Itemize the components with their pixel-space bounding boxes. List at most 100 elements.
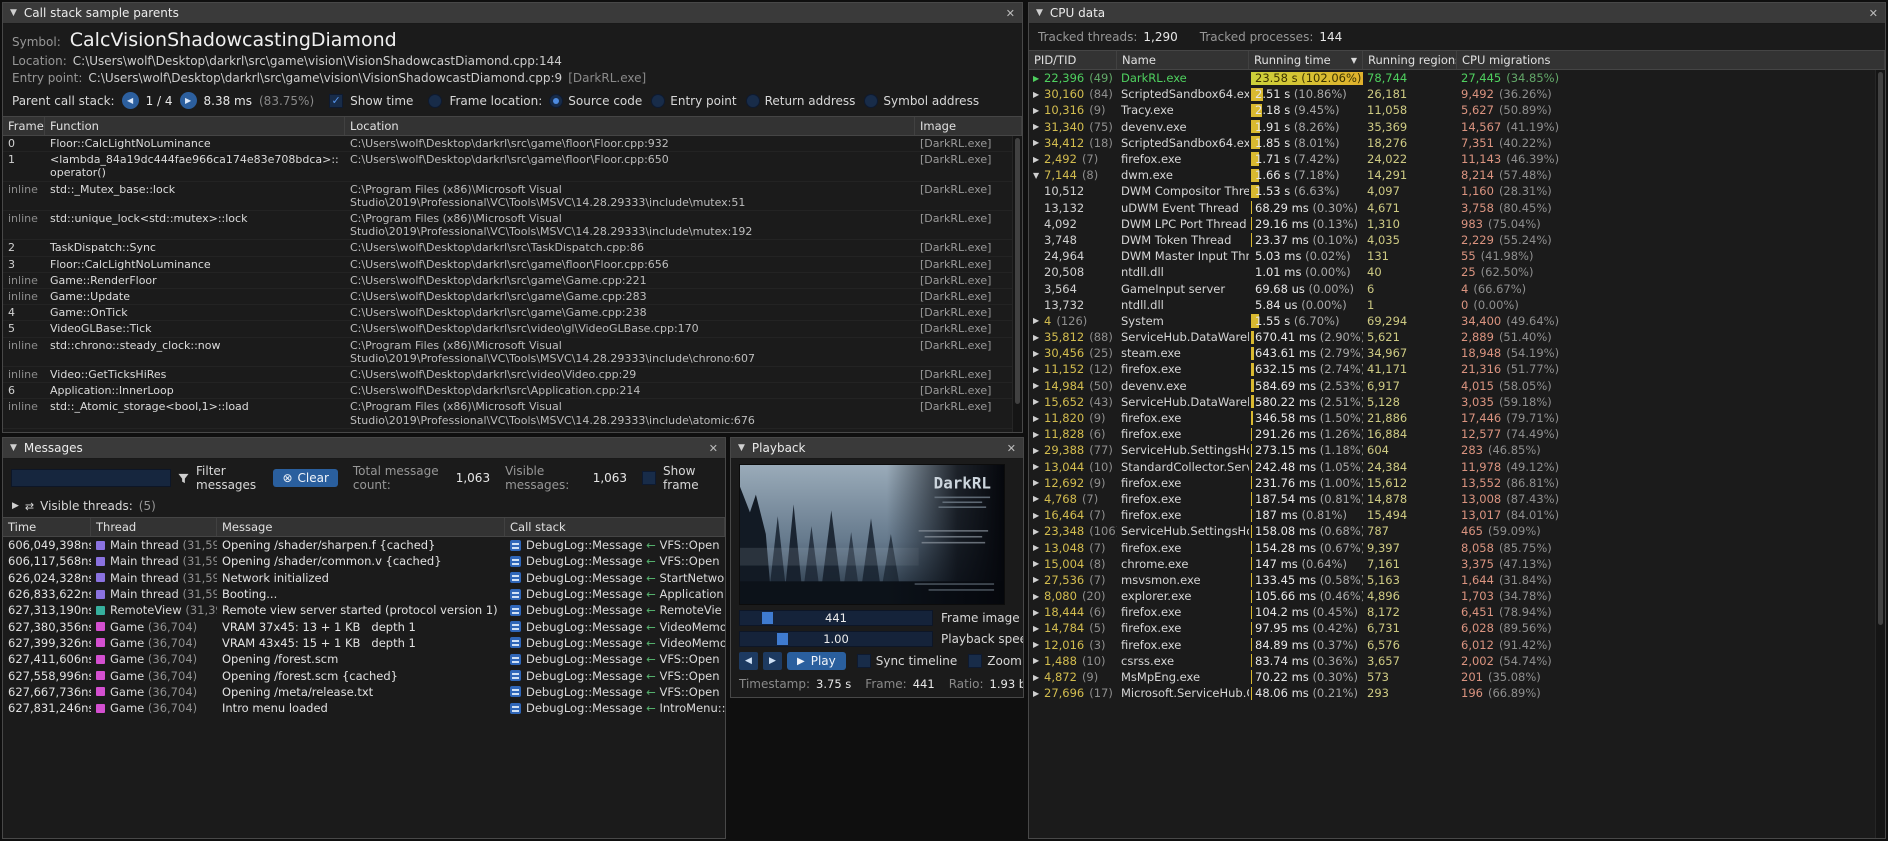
message-row[interactable]: 627,313,190nsRemoteView (31,392)Remote v… — [3, 602, 725, 618]
callstack-row[interactable]: 6Application::InnerLoopC:\Users\wolf\Des… — [3, 383, 1022, 399]
callstack-icon[interactable] — [510, 589, 521, 600]
callstack-row[interactable]: inlinestd::unique_lock<std::mutex>::lock… — [3, 211, 1022, 240]
expand-icon[interactable]: ▶ — [1033, 414, 1044, 423]
cpu-row[interactable]: ▶30,160(84)ScriptedSandbox64.exe2.51 s (… — [1029, 86, 1885, 102]
expand-icon[interactable]: ▶ — [1033, 494, 1044, 503]
callstack-row[interactable]: 2TaskDispatch::SyncC:\Users\wolf\Desktop… — [3, 240, 1022, 256]
cpu-row[interactable]: ▶18,444(6)firefox.exe104.2 ms (0.45%)8,1… — [1029, 604, 1885, 620]
expand-icon[interactable]: ▶ — [1033, 381, 1044, 390]
frame-image-slider[interactable]: 441 — [739, 610, 933, 626]
expand-icon[interactable]: ▶ — [1033, 478, 1044, 487]
cpu-row[interactable]: ▶27,536(7)msvsmon.exe133.45 ms (0.58%)5,… — [1029, 572, 1885, 588]
radio-icon[interactable] — [549, 94, 563, 108]
cpu-row[interactable]: ▶11,820(9)firefox.exe346.58 ms (1.50%)21… — [1029, 410, 1885, 426]
expand-icon[interactable]: ▶ — [1033, 349, 1044, 358]
callstack-icon[interactable] — [510, 637, 521, 648]
frame-location-radio[interactable] — [428, 94, 442, 108]
frame-location-option[interactable]: Symbol address — [864, 94, 979, 108]
column-header-thread[interactable]: Thread — [91, 518, 217, 536]
show-time-checkbox[interactable] — [329, 94, 343, 108]
callstack-icon[interactable] — [510, 556, 521, 567]
expand-icon[interactable]: ▶ — [1033, 138, 1044, 147]
frame-location-option[interactable]: Entry point — [651, 94, 736, 108]
expand-icon[interactable]: ▶ — [1033, 624, 1044, 633]
cpu-row[interactable]: ▶13,044(10)StandardCollector.Servic242.4… — [1029, 459, 1885, 475]
column-header-time[interactable]: Time — [3, 518, 91, 536]
prev-frame-button[interactable]: ◀ — [739, 652, 758, 670]
column-header-frame[interactable]: Frame — [3, 117, 45, 135]
close-icon[interactable]: ✕ — [1869, 7, 1878, 20]
callstack-icon[interactable] — [510, 540, 521, 551]
callstack-icon[interactable] — [510, 572, 521, 583]
expand-icon[interactable]: ▶ — [1033, 608, 1044, 617]
expand-icon[interactable]: ▶ — [1033, 316, 1044, 325]
collapse-icon[interactable]: ▼ — [1036, 8, 1043, 18]
play-button[interactable]: ▶ Play — [787, 652, 846, 670]
frame-location-option[interactable]: Return address — [746, 94, 856, 108]
close-icon[interactable]: ✕ — [1007, 442, 1016, 455]
callstack-row[interactable]: 1<lambda_84a19dc444fae966ca174e83e708bdc… — [3, 152, 1022, 181]
message-row[interactable]: 627,411,606nsGame (36,704)Opening /fores… — [3, 651, 725, 667]
callstack-row[interactable]: inlineGame::RenderFloorC:\Users\wolf\Des… — [3, 273, 1022, 289]
collapse-icon[interactable]: ▼ — [10, 8, 17, 18]
cpu-row[interactable]: ▶8,080(20)explorer.exe105.66 ms (0.46%)4… — [1029, 588, 1885, 604]
callstack-row[interactable]: inlineGame::UpdateC:\Users\wolf\Desktop\… — [3, 289, 1022, 305]
expand-icon[interactable]: ▶ — [1033, 511, 1044, 520]
cpu-row[interactable]: ▶11,828(6)firefox.exe291.26 ms (1.26%)16… — [1029, 426, 1885, 442]
expand-icon[interactable]: ▶ — [1033, 333, 1044, 342]
cpu-row[interactable]: ▶11,152(12)firefox.exe632.15 ms (2.74%)4… — [1029, 361, 1885, 377]
expand-icon[interactable]: ▶ — [1033, 90, 1044, 99]
column-header-name[interactable]: Name — [1117, 51, 1249, 69]
expand-icon[interactable]: ▶ — [1033, 74, 1044, 83]
close-icon[interactable]: ✕ — [709, 442, 718, 455]
callstack-row[interactable]: inlineVideo::GetTicksHiResC:\Users\wolf\… — [3, 367, 1022, 383]
cpu-row[interactable]: ▶27,696(17)Microsoft.ServiceHub.Co48.06 … — [1029, 685, 1885, 701]
expand-threads-icon[interactable]: ▶ — [12, 501, 19, 511]
cpu-scrollbar-thumb[interactable] — [1878, 72, 1883, 625]
cpu-row[interactable]: 4,092DWM LPC Port Thread29.16 ms (0.13%)… — [1029, 216, 1885, 232]
callstack-row[interactable]: 3Floor::CalcLightNoLuminanceC:\Users\wol… — [3, 257, 1022, 273]
radio-icon[interactable] — [651, 94, 665, 108]
expand-icon[interactable]: ▶ — [1033, 365, 1044, 374]
cpu-row[interactable]: ▶12,016(3)firefox.exe84.89 ms (0.37%)6,5… — [1029, 637, 1885, 653]
cpu-row[interactable]: ▶14,984(50)devenv.exe584.69 ms (2.53%)6,… — [1029, 378, 1885, 394]
playback-titlebar[interactable]: ▼ Playback ✕ — [731, 438, 1023, 459]
cpu-row[interactable]: 13,132uDWM Event Thread68.29 ms (0.30%)4… — [1029, 200, 1885, 216]
callstack-titlebar[interactable]: ▼ Call stack sample parents ✕ — [3, 3, 1022, 24]
message-row[interactable]: 627,380,356nsGame (36,704)VRAM 37x45: 13… — [3, 618, 725, 634]
callstack-icon[interactable] — [510, 703, 521, 714]
playback-frame-image[interactable]: DarkRL — [739, 464, 1005, 605]
sync-timeline-option[interactable]: Sync timeline — [857, 654, 958, 668]
expand-icon[interactable]: ▼ — [1033, 171, 1044, 180]
cpu-row[interactable]: ▶31,340(75)devenv.exe1.91 s (8.26%)35,36… — [1029, 119, 1885, 135]
callstack-scrollbar[interactable] — [1012, 136, 1022, 432]
cpu-row[interactable]: ▶34,412(18)ScriptedSandbox64.exe1.85 s (… — [1029, 135, 1885, 151]
cpu-titlebar[interactable]: ▼ CPU data ✕ — [1029, 3, 1885, 24]
callstack-row[interactable]: inlinestd::atomic<bool>::operator boolC:… — [3, 429, 1022, 432]
column-header-function[interactable]: Function — [45, 117, 345, 135]
expand-icon[interactable]: ▶ — [1033, 592, 1044, 601]
cpu-row[interactable]: ▶4,768(7)firefox.exe187.54 ms (0.81%)14,… — [1029, 491, 1885, 507]
callstack-icon[interactable] — [510, 621, 521, 632]
cpu-scrollbar[interactable] — [1875, 70, 1885, 838]
column-header-callstack[interactable]: Call stack — [505, 518, 725, 536]
cpu-row[interactable]: 3,564GameInput server69.68 us (0.00%)64 … — [1029, 280, 1885, 296]
expand-icon[interactable]: ▶ — [1033, 397, 1044, 406]
cpu-row[interactable]: 3,748DWM Token Thread23.37 ms (0.10%)4,0… — [1029, 232, 1885, 248]
cpu-row[interactable]: ▶1,488(10)csrss.exe83.74 ms (0.36%)3,657… — [1029, 653, 1885, 669]
column-header-message[interactable]: Message — [217, 518, 505, 536]
expand-icon[interactable]: ▶ — [1033, 559, 1044, 568]
cpu-row[interactable]: 20,508ntdll.dll1.01 ms (0.00%)4025 (62.5… — [1029, 264, 1885, 280]
message-filter-input[interactable] — [11, 469, 171, 487]
cpu-row[interactable]: ▶13,048(7)firefox.exe154.28 ms (0.67%)9,… — [1029, 539, 1885, 555]
expand-icon[interactable]: ▶ — [1033, 106, 1044, 115]
next-parent-button[interactable]: ▶ — [180, 92, 197, 109]
expand-icon[interactable]: ▶ — [1033, 689, 1044, 698]
cpu-row[interactable]: ▶22,396(49)DarkRL.exe23.58 s (102.06%)78… — [1029, 70, 1885, 86]
cpu-row[interactable]: ▶15,004(8)chrome.exe147 ms (0.64%)7,1613… — [1029, 556, 1885, 572]
message-row[interactable]: 626,833,622nsMain thread (31,596)Booting… — [3, 586, 725, 602]
message-row[interactable]: 627,831,246nsGame (36,704)Intro menu loa… — [3, 700, 725, 716]
callstack-row[interactable]: inlinestd::_Atomic_storage<bool,1>::load… — [3, 399, 1022, 428]
expand-icon[interactable]: ▶ — [1033, 122, 1044, 131]
collapse-icon[interactable]: ▼ — [10, 443, 17, 453]
